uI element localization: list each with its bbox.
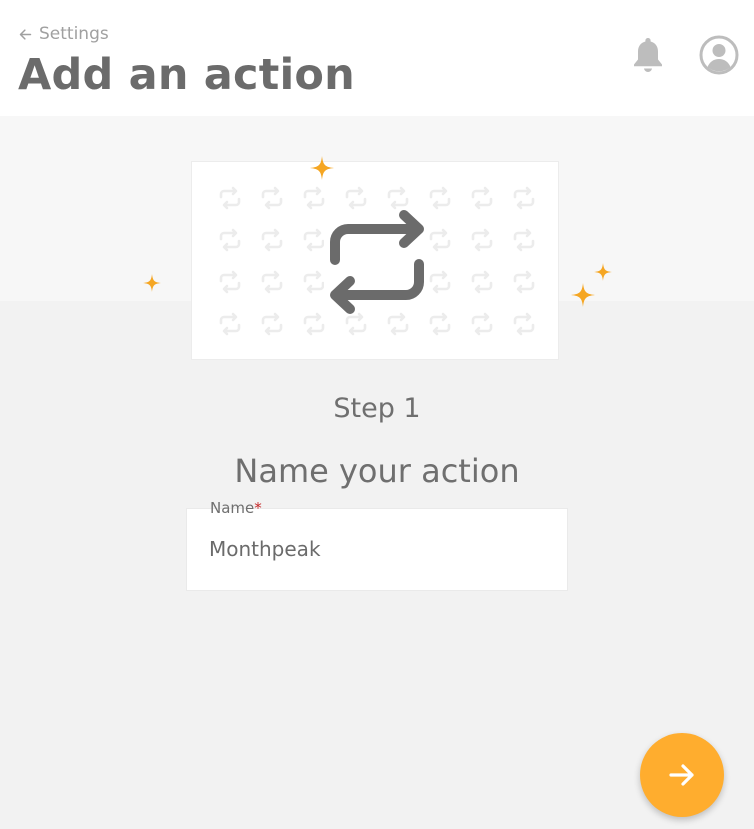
notifications-button[interactable] (630, 36, 666, 74)
app-header: Settings Add an action (0, 0, 754, 116)
back-link-label: Settings (39, 24, 109, 44)
sparkle-icon (594, 263, 612, 281)
name-input[interactable] (209, 537, 539, 561)
account-button[interactable] (699, 35, 739, 75)
arrow-left-icon (19, 28, 32, 40)
page-title: Add an action (18, 50, 355, 100)
sparkle-icon (571, 283, 595, 307)
next-step-button[interactable] (640, 733, 724, 817)
back-to-settings-link[interactable]: Settings (18, 24, 109, 44)
name-field[interactable] (186, 508, 568, 591)
user-avatar-icon (699, 35, 739, 75)
arrow-right-icon (669, 764, 694, 786)
name-label-text: Name (210, 499, 255, 517)
step-indicator: Step 1 (333, 393, 421, 424)
pattern-row-4 (219, 312, 535, 336)
hero-illustration (191, 161, 559, 360)
required-indicator: * (254, 499, 262, 517)
repeat-icon (324, 210, 428, 314)
step-heading: Name your action (234, 452, 520, 490)
bell-icon (634, 38, 662, 72)
name-field-label: Name* (210, 499, 262, 517)
pattern-row-1 (219, 186, 535, 210)
sparkle-icon (143, 274, 161, 292)
repeat-pattern (219, 186, 535, 336)
sparkle-icon (310, 156, 334, 180)
